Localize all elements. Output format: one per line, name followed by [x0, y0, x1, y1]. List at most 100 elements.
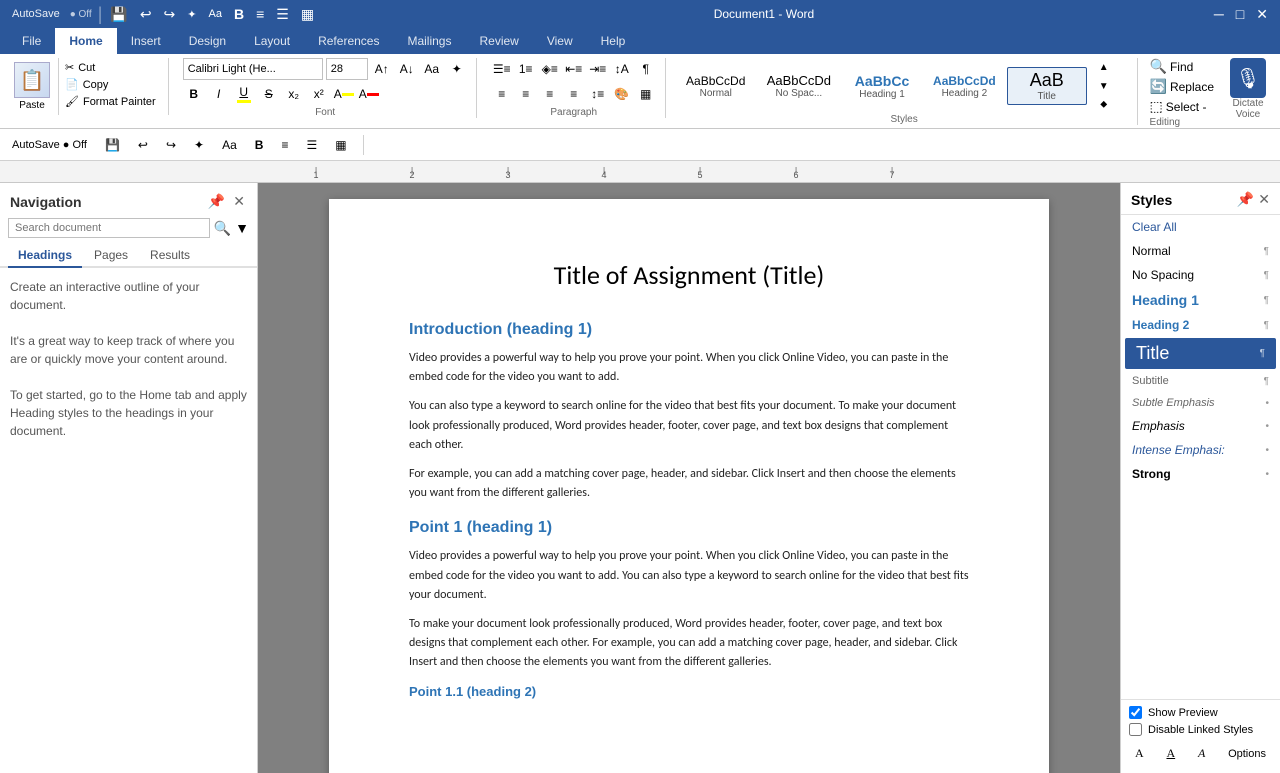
tab-view[interactable]: View: [533, 28, 587, 54]
section-intro-para1[interactable]: Video provides a powerful way to help yo…: [409, 349, 969, 387]
change-case-btn[interactable]: Aa: [421, 58, 443, 80]
section-point1-para2[interactable]: To make your document look professionall…: [409, 615, 969, 673]
find-button[interactable]: Find: [1170, 60, 1193, 74]
section-point1-para1[interactable]: Video provides a powerful way to help yo…: [409, 547, 969, 605]
section-intro-para3[interactable]: For example, you can add a matching cove…: [409, 465, 969, 503]
highlight-button[interactable]: A: [333, 83, 355, 105]
tab-home[interactable]: Home: [55, 28, 116, 54]
styles-up-btn[interactable]: ▲: [1093, 58, 1115, 77]
style-entry-h1[interactable]: Heading 1 ¶: [1121, 287, 1280, 313]
dictate-icon[interactable]: 🎙: [1230, 58, 1266, 98]
tab-insert[interactable]: Insert: [117, 28, 175, 54]
copy-button[interactable]: 📄 Copy: [63, 77, 158, 92]
redo-btn[interactable]: ↪: [160, 4, 180, 25]
case-btn[interactable]: Aa: [205, 6, 226, 22]
clear-formatting-btn[interactable]: ✦: [183, 6, 200, 23]
style-entry-h2[interactable]: Heading 2 ¶: [1121, 313, 1280, 337]
underline-button[interactable]: U: [233, 83, 255, 105]
borders-btn[interactable]: ▦: [297, 4, 318, 25]
superscript-button[interactable]: x²: [308, 83, 330, 105]
minimize-btn[interactable]: ─: [1210, 4, 1228, 24]
maximize-btn[interactable]: □: [1232, 4, 1248, 24]
styles-close-btn[interactable]: ✕: [1258, 191, 1270, 208]
style-entry-nospacing[interactable]: No Spacing ¶: [1121, 263, 1280, 287]
new-style-btn[interactable]: A: [1131, 744, 1148, 763]
style-entry-em[interactable]: Emphasis •: [1121, 414, 1280, 438]
align-btn[interactable]: ≡: [252, 4, 268, 24]
style-heading1-item[interactable]: AaBbCc Heading 1: [842, 70, 922, 103]
style-clear-all[interactable]: Clear All: [1121, 215, 1280, 239]
styles-pin-btn[interactable]: 📌: [1237, 191, 1254, 208]
list-btn[interactable]: ☰: [272, 4, 293, 25]
show-preview-row[interactable]: Show Preview: [1129, 706, 1272, 719]
sort-btn[interactable]: ↕A: [611, 58, 633, 80]
style-entry-subtle-em[interactable]: Subtle Emphasis •: [1121, 392, 1280, 414]
tb-save-btn[interactable]: 💾: [99, 135, 126, 155]
increase-indent-btn[interactable]: ⇥≡: [587, 58, 609, 80]
replace-button[interactable]: Replace: [1170, 80, 1214, 94]
disable-linked-row[interactable]: Disable Linked Styles: [1129, 723, 1272, 736]
tab-references[interactable]: References: [304, 28, 393, 54]
line-spacing-btn[interactable]: ↕≡: [587, 83, 609, 105]
nav-tab-pages[interactable]: Pages: [84, 244, 138, 268]
numbering-button[interactable]: 1≡: [515, 58, 537, 80]
tab-layout[interactable]: Layout: [240, 28, 304, 54]
style-heading2-item[interactable]: AaBbCcDd Heading 2: [924, 71, 1005, 102]
search-options-btn[interactable]: ▼: [235, 220, 249, 236]
style-inspector-btn[interactable]: A: [1162, 744, 1179, 763]
search-input[interactable]: [8, 218, 210, 238]
italic-button[interactable]: I: [208, 83, 230, 105]
section-point1-heading[interactable]: Point 1 (heading 1): [409, 519, 969, 537]
align-left-btn[interactable]: ≡: [491, 83, 513, 105]
disable-linked-checkbox[interactable]: [1129, 723, 1142, 736]
style-normal-item[interactable]: AaBbCcDd Normal: [676, 71, 756, 102]
multilevel-button[interactable]: ◈≡: [539, 58, 561, 80]
font-family-input[interactable]: [183, 58, 323, 80]
subscript-button[interactable]: x₂: [283, 83, 305, 105]
borders-btn2[interactable]: ▦: [635, 83, 657, 105]
tab-file[interactable]: File: [8, 28, 55, 54]
bold-qa-btn[interactable]: B: [230, 4, 248, 24]
undo-btn[interactable]: ↩: [136, 4, 156, 25]
styles-more-btn[interactable]: ⬥: [1093, 95, 1115, 114]
format-painter-button[interactable]: 🖌 Format Painter: [63, 94, 158, 109]
select-button[interactable]: Select -: [1166, 100, 1207, 114]
section-intro-heading[interactable]: Introduction (heading 1): [409, 321, 969, 339]
tab-help[interactable]: Help: [587, 28, 640, 54]
styles-down-btn[interactable]: ▼: [1093, 77, 1115, 96]
tb-borders-btn[interactable]: ▦: [329, 135, 352, 155]
increase-font-btn[interactable]: A↑: [371, 58, 393, 80]
align-center-btn[interactable]: ≡: [515, 83, 537, 105]
nav-pin-btn[interactable]: 📌: [206, 191, 227, 212]
style-entry-title[interactable]: Title ¶: [1125, 338, 1276, 369]
bold-button[interactable]: B: [183, 83, 205, 105]
document-page[interactable]: Title of Assignment (Title) Introduction…: [329, 199, 1049, 773]
nav-close-btn[interactable]: ✕: [231, 191, 247, 212]
shading-btn[interactable]: 🎨: [611, 83, 633, 105]
strikethrough-button[interactable]: S: [258, 83, 280, 105]
tb-clear-btn[interactable]: ✦: [188, 135, 210, 155]
tab-review[interactable]: Review: [465, 28, 532, 54]
font-color-button[interactable]: A: [358, 83, 380, 105]
decrease-indent-btn[interactable]: ⇤≡: [563, 58, 585, 80]
manage-styles-btn[interactable]: A: [1194, 744, 1209, 763]
document-area[interactable]: Title of Assignment (Title) Introduction…: [258, 183, 1120, 773]
tb-redo-btn[interactable]: ↪: [160, 135, 182, 155]
tab-mailings[interactable]: Mailings: [393, 28, 465, 54]
tab-design[interactable]: Design: [175, 28, 240, 54]
tb-align-btn[interactable]: ≡: [275, 135, 294, 155]
style-entry-intense[interactable]: Intense Emphasi: •: [1121, 438, 1280, 462]
nav-tab-headings[interactable]: Headings: [8, 244, 82, 268]
tb-case-btn[interactable]: Aa: [216, 135, 243, 155]
nav-tab-results[interactable]: Results: [140, 244, 200, 268]
paste-button[interactable]: 📋 Paste: [6, 58, 59, 115]
style-title-item[interactable]: AaB Title: [1007, 67, 1087, 105]
style-entry-strong[interactable]: Strong •: [1121, 462, 1280, 486]
cut-button[interactable]: ✂ Cut: [63, 60, 158, 75]
align-right-btn[interactable]: ≡: [539, 83, 561, 105]
font-size-input[interactable]: [326, 58, 368, 80]
style-entry-subtitle[interactable]: Subtitle ¶: [1121, 370, 1280, 392]
decrease-font-btn[interactable]: A↓: [396, 58, 418, 80]
save-btn[interactable]: 💾: [106, 4, 131, 25]
show-marks-btn[interactable]: ¶: [635, 58, 657, 80]
